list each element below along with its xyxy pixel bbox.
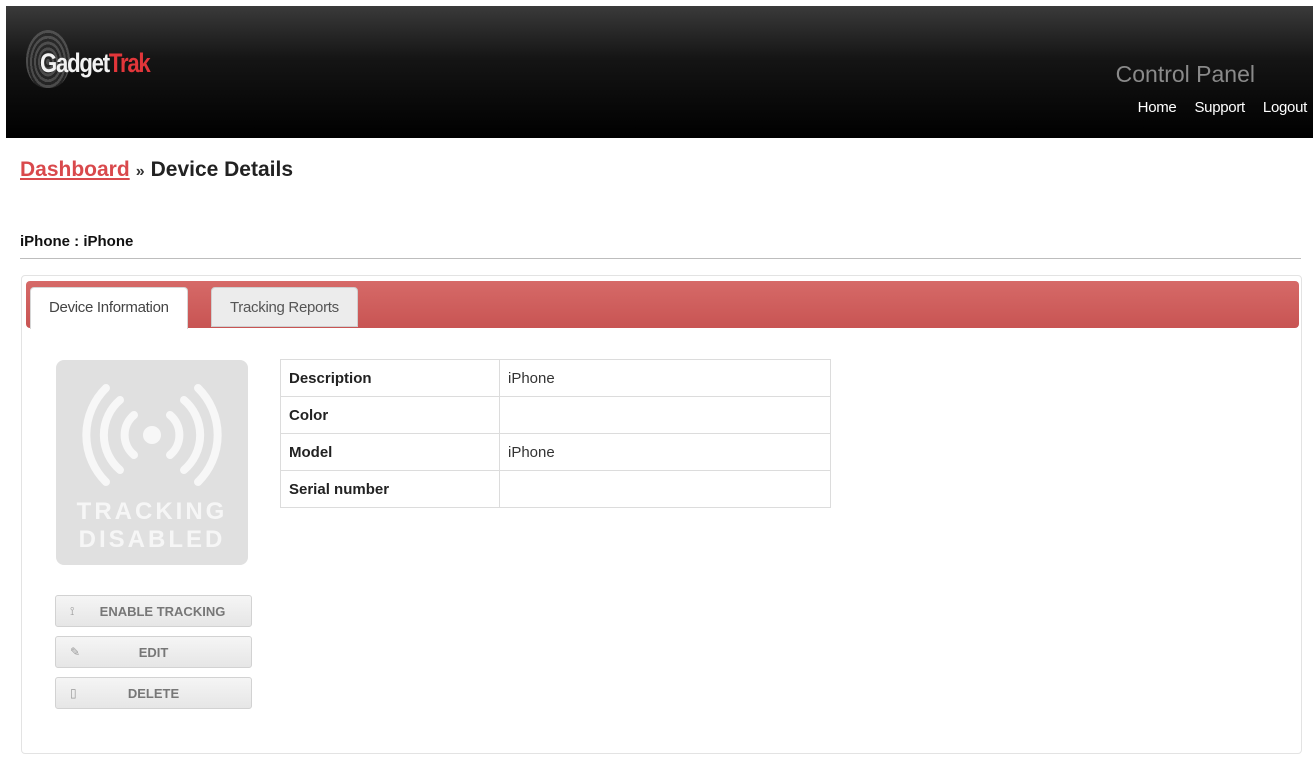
delete-button[interactable]: ▯ DELETE — [55, 677, 252, 709]
nav-logout-link[interactable]: Logout — [1263, 99, 1307, 116]
gadgettrak-logo[interactable]: GadgetTrak — [26, 26, 186, 96]
detail-value — [499, 396, 831, 434]
delete-label: DELETE — [127, 686, 180, 701]
enable-tracking-label: ENABLE TRACKING — [99, 604, 226, 619]
top-nav: Home Support Logout — [1138, 99, 1308, 116]
table-row: Serial number — [280, 470, 831, 508]
detail-key: Color — [280, 396, 500, 434]
detail-key: Serial number — [280, 470, 500, 508]
tab-tracking-reports[interactable]: Tracking Reports — [211, 287, 358, 327]
tracking-status-line1: TRACKING — [76, 498, 228, 525]
edit-button[interactable]: ✎ EDIT — [55, 636, 252, 668]
enable-tracking-button[interactable]: ⟟ ENABLE TRACKING — [55, 595, 252, 627]
logo-wordmark: GadgetTrak — [40, 48, 151, 78]
page-title: Device Details — [150, 158, 294, 181]
breadcrumb-separator: » — [135, 163, 145, 180]
detail-value — [499, 470, 831, 508]
top-header: GadgetTrak Control Panel Home Support Lo… — [6, 6, 1313, 138]
app-window: GadgetTrak Control Panel Home Support Lo… — [0, 0, 1313, 759]
edit-label: EDIT — [138, 645, 169, 660]
device-panel: Device Information Tracking Reports TRAC… — [21, 275, 1302, 754]
detail-value: iPhone — [499, 359, 831, 397]
table-row: Model iPhone — [280, 433, 831, 471]
device-details-table: Description iPhone Color Model iPhone Se… — [280, 359, 831, 508]
tracking-status-image: TRACKING DISABLED — [56, 360, 248, 565]
control-panel-title: Control Panel — [1115, 61, 1255, 87]
detail-key: Description — [280, 359, 500, 397]
detail-value: iPhone — [499, 433, 831, 471]
tracking-status-line2: DISABLED — [78, 526, 226, 553]
tab-bar: Device Information Tracking Reports — [26, 281, 1299, 329]
breadcrumb: Dashboard » Device Details — [20, 158, 293, 182]
device-title: iPhone : iPhone — [20, 233, 134, 250]
nav-support-link[interactable]: Support — [1194, 99, 1245, 116]
detail-key: Model — [280, 433, 500, 471]
tab-device-information[interactable]: Device Information — [30, 287, 188, 329]
divider — [20, 258, 1301, 259]
breadcrumb-dashboard-link[interactable]: Dashboard — [20, 158, 130, 181]
nav-home-link[interactable]: Home — [1138, 99, 1177, 116]
table-row: Color — [280, 396, 831, 434]
table-row: Description iPhone — [280, 359, 831, 397]
broadcast-icon — [82, 384, 222, 486]
